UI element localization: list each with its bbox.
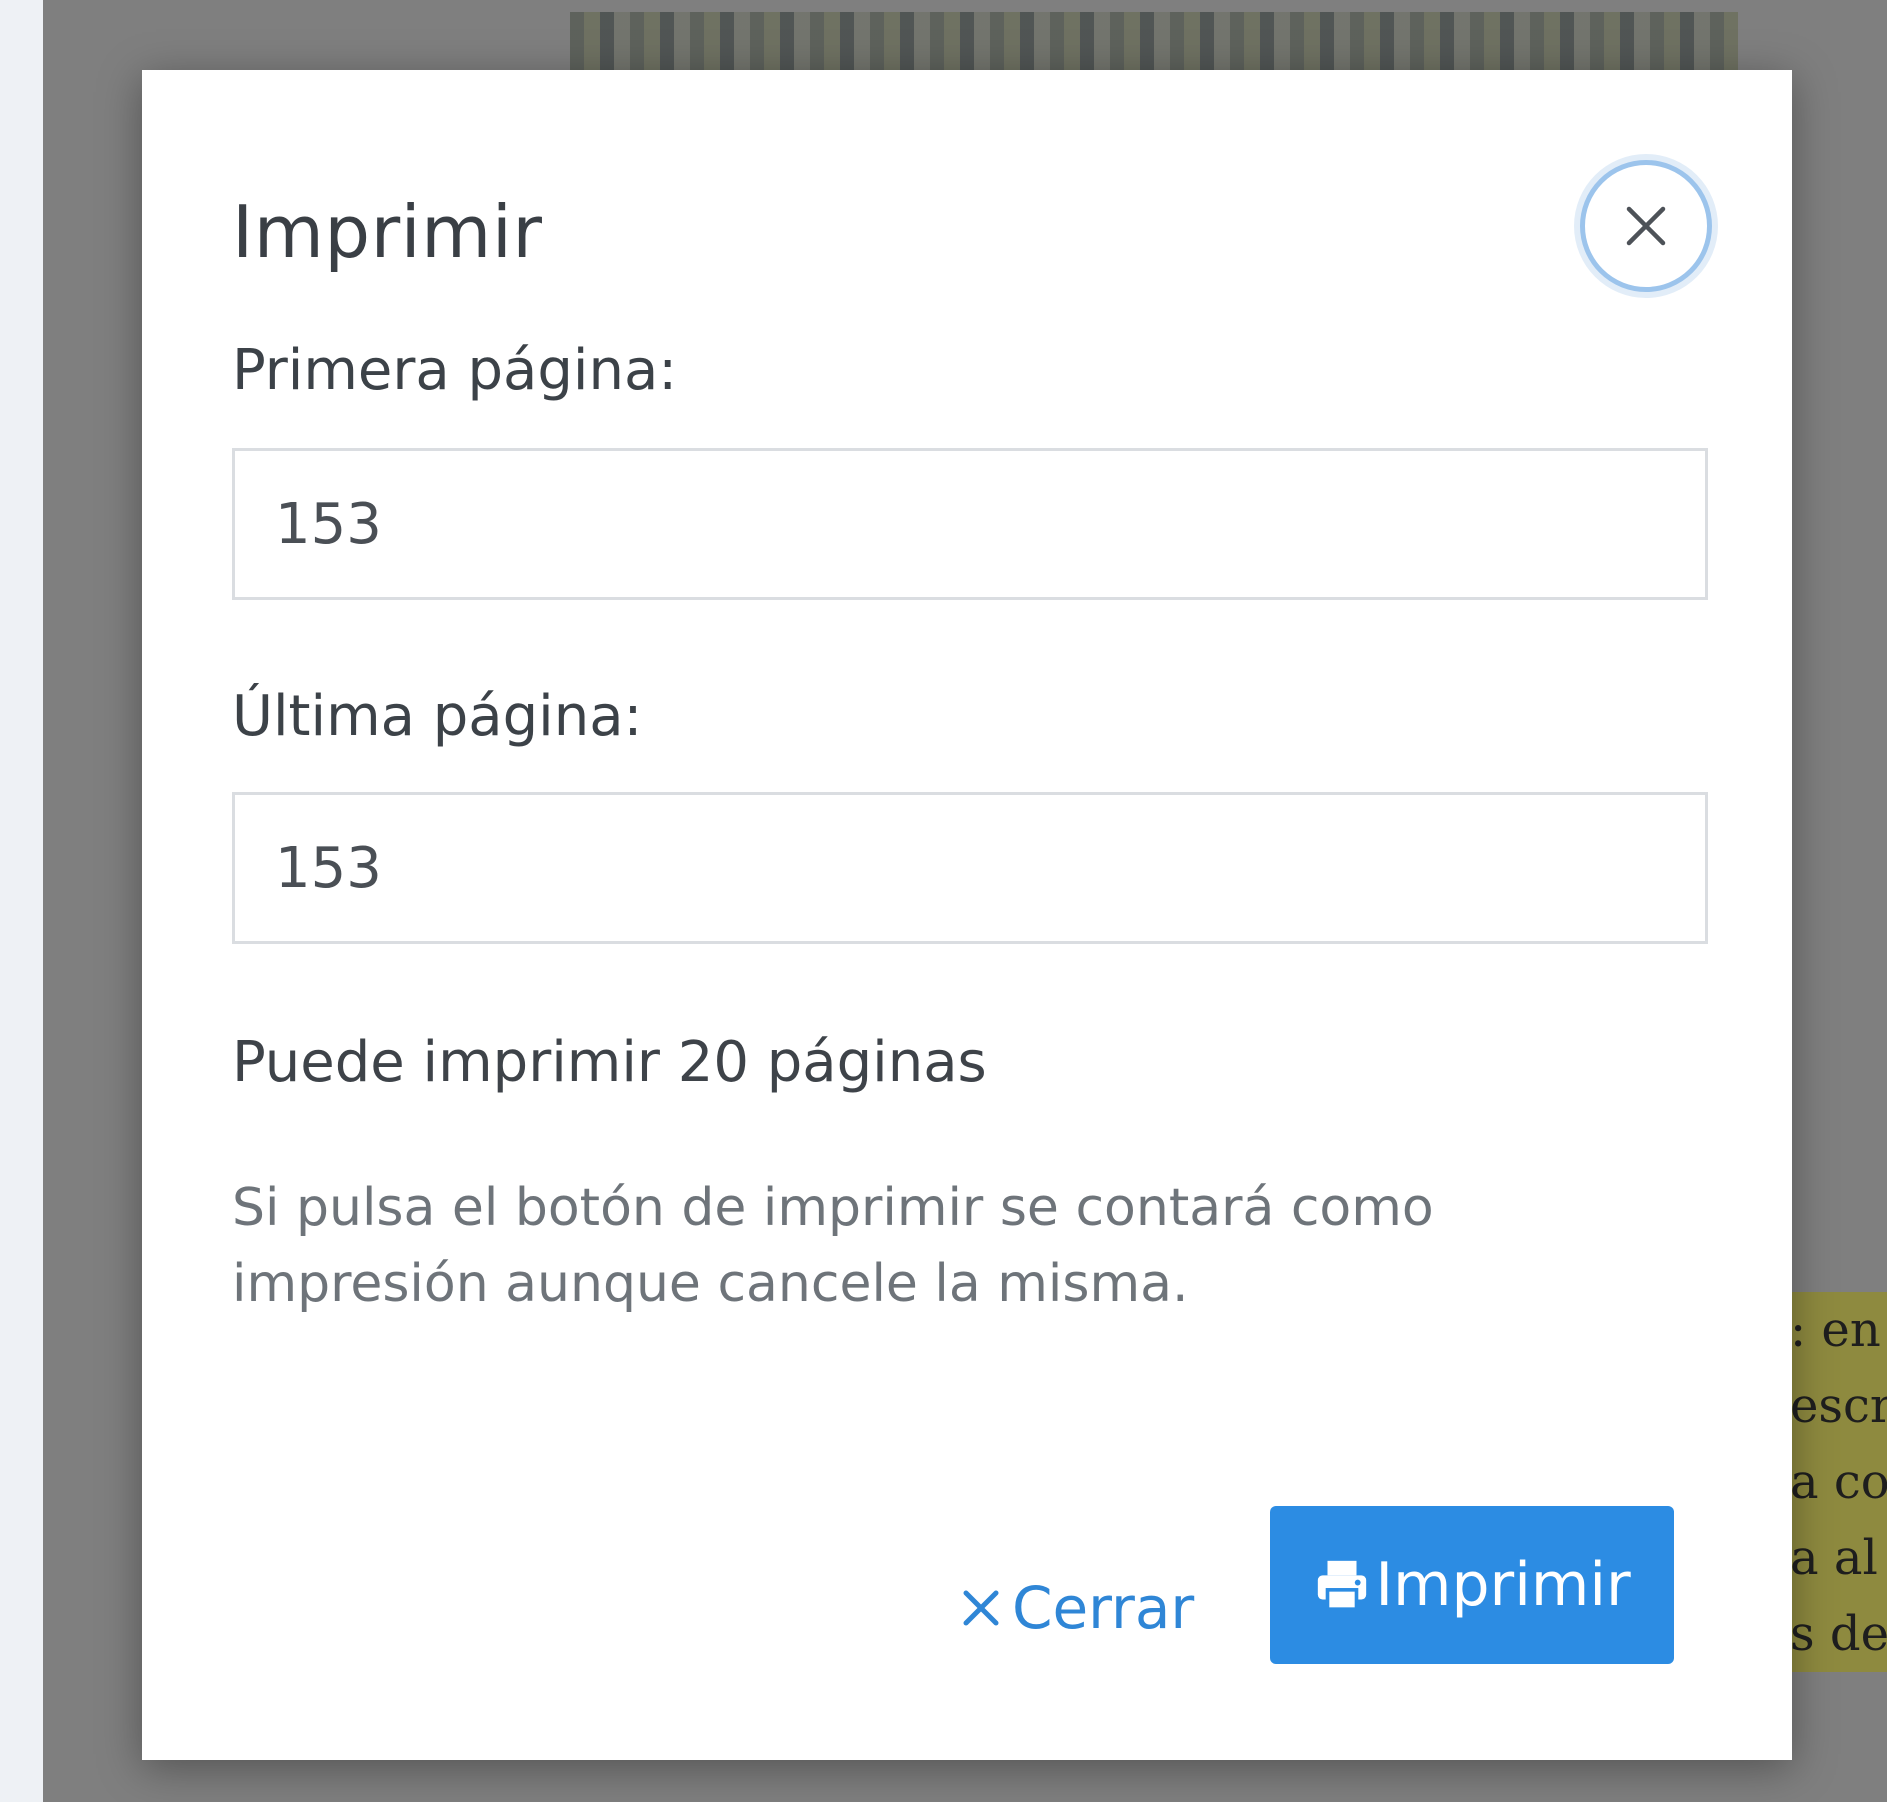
first-page-input[interactable]	[232, 448, 1708, 600]
page-text-line: a co	[1790, 1454, 1887, 1510]
cerrar-button[interactable]: Cerrar	[962, 1558, 1194, 1658]
page-text-line: escr	[1790, 1378, 1887, 1434]
cerrar-button-label: Cerrar	[1012, 1574, 1195, 1642]
last-page-input[interactable]	[232, 792, 1708, 944]
page-text-line: s de	[1790, 1606, 1887, 1662]
close-x-icon	[963, 1590, 999, 1626]
dialog-title: Imprimir	[232, 190, 543, 274]
imprimir-button[interactable]: Imprimir	[1270, 1506, 1674, 1664]
page-text-line: a al	[1790, 1530, 1878, 1586]
print-notice-text: Si pulsa el botón de imprimir se contará…	[232, 1178, 1434, 1314]
background-page-image	[570, 12, 1738, 72]
first-page-label: Primera página:	[232, 338, 678, 403]
dialog-close-button[interactable]	[1580, 160, 1712, 292]
background-page-text: : en escr a co a al s de	[1786, 1292, 1887, 1672]
close-icon	[1626, 206, 1666, 246]
imprimir-button-label: Imprimir	[1375, 1550, 1631, 1620]
print-count-text: Puede imprimir 20 páginas	[232, 1030, 987, 1095]
printer-icon	[1318, 1560, 1367, 1611]
print-dialog: Imprimir Primera página: Última página: …	[142, 70, 1792, 1760]
page-text-line: : en	[1790, 1302, 1881, 1358]
last-page-label: Última página:	[232, 684, 643, 749]
